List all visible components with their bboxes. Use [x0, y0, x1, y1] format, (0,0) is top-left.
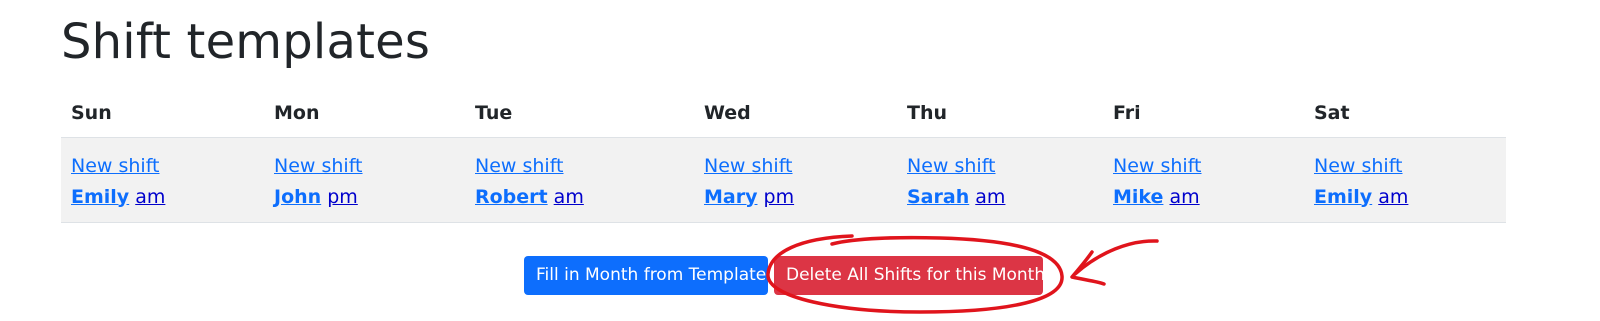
shift-period-link[interactable]: am	[975, 186, 1005, 208]
shift-period-link[interactable]: am	[554, 186, 584, 208]
day-cell-sat: New shift Emily am	[1304, 137, 1506, 223]
day-header-tue: Tue	[465, 90, 694, 138]
day-header-thu: Thu	[897, 90, 1103, 138]
new-shift-link[interactable]: New shift	[475, 155, 564, 177]
shift-template-table: Sun Mon Tue Wed Thu Fri Sat New shift Em…	[61, 90, 1506, 223]
table-header-row: Sun Mon Tue Wed Thu Fri Sat	[61, 90, 1506, 138]
day-header-wed: Wed	[694, 90, 897, 138]
shift-employee-link[interactable]: Emily	[1314, 186, 1372, 208]
new-shift-link[interactable]: New shift	[1113, 155, 1202, 177]
shift-period-link[interactable]: am	[1169, 186, 1199, 208]
page-title: Shift templates	[61, 14, 431, 70]
delete-all-shifts-button[interactable]: Delete All Shifts for this Month	[774, 256, 1045, 295]
new-shift-link[interactable]: New shift	[71, 155, 160, 177]
day-cell-fri: New shift Mike am	[1103, 137, 1304, 223]
day-cell-sun: New shift Emily am	[61, 137, 264, 223]
shift-period-link[interactable]: pm	[327, 186, 358, 208]
annotation-arrow-shaft	[1073, 239, 1159, 276]
new-shift-link[interactable]: New shift	[907, 155, 996, 177]
shift-period-link[interactable]: am	[1378, 186, 1408, 208]
shift-employee-link[interactable]: Mary	[704, 186, 757, 208]
shift-employee-link[interactable]: Emily	[71, 186, 129, 208]
annotation-arrow-head	[1070, 250, 1106, 286]
day-cell-wed: New shift Mary pm	[694, 137, 897, 223]
new-shift-link[interactable]: New shift	[274, 155, 363, 177]
day-cell-tue: New shift Robert am	[465, 137, 694, 223]
shift-employee-link[interactable]: Robert	[475, 186, 548, 208]
new-shift-link[interactable]: New shift	[704, 155, 793, 177]
fill-month-from-template-button[interactable]: Fill in Month from Template	[524, 256, 768, 295]
new-shift-link[interactable]: New shift	[1314, 155, 1403, 177]
day-header-mon: Mon	[264, 90, 465, 138]
shift-period-link[interactable]: am	[135, 186, 165, 208]
table-row: New shift Emily am New shift John pm New…	[61, 137, 1506, 223]
day-header-fri: Fri	[1103, 90, 1304, 138]
shift-period-link[interactable]: pm	[764, 186, 795, 208]
day-header-sun: Sun	[61, 90, 264, 138]
shift-templates-page: Shift templates Sun Mon Tue Wed Thu Fri …	[0, 0, 1600, 321]
day-header-sat: Sat	[1304, 90, 1506, 138]
shift-employee-link[interactable]: Sarah	[907, 186, 969, 208]
shift-employee-link[interactable]: John	[274, 186, 321, 208]
day-cell-mon: New shift John pm	[264, 137, 465, 223]
day-cell-thu: New shift Sarah am	[897, 137, 1103, 223]
shift-employee-link[interactable]: Mike	[1113, 186, 1163, 208]
